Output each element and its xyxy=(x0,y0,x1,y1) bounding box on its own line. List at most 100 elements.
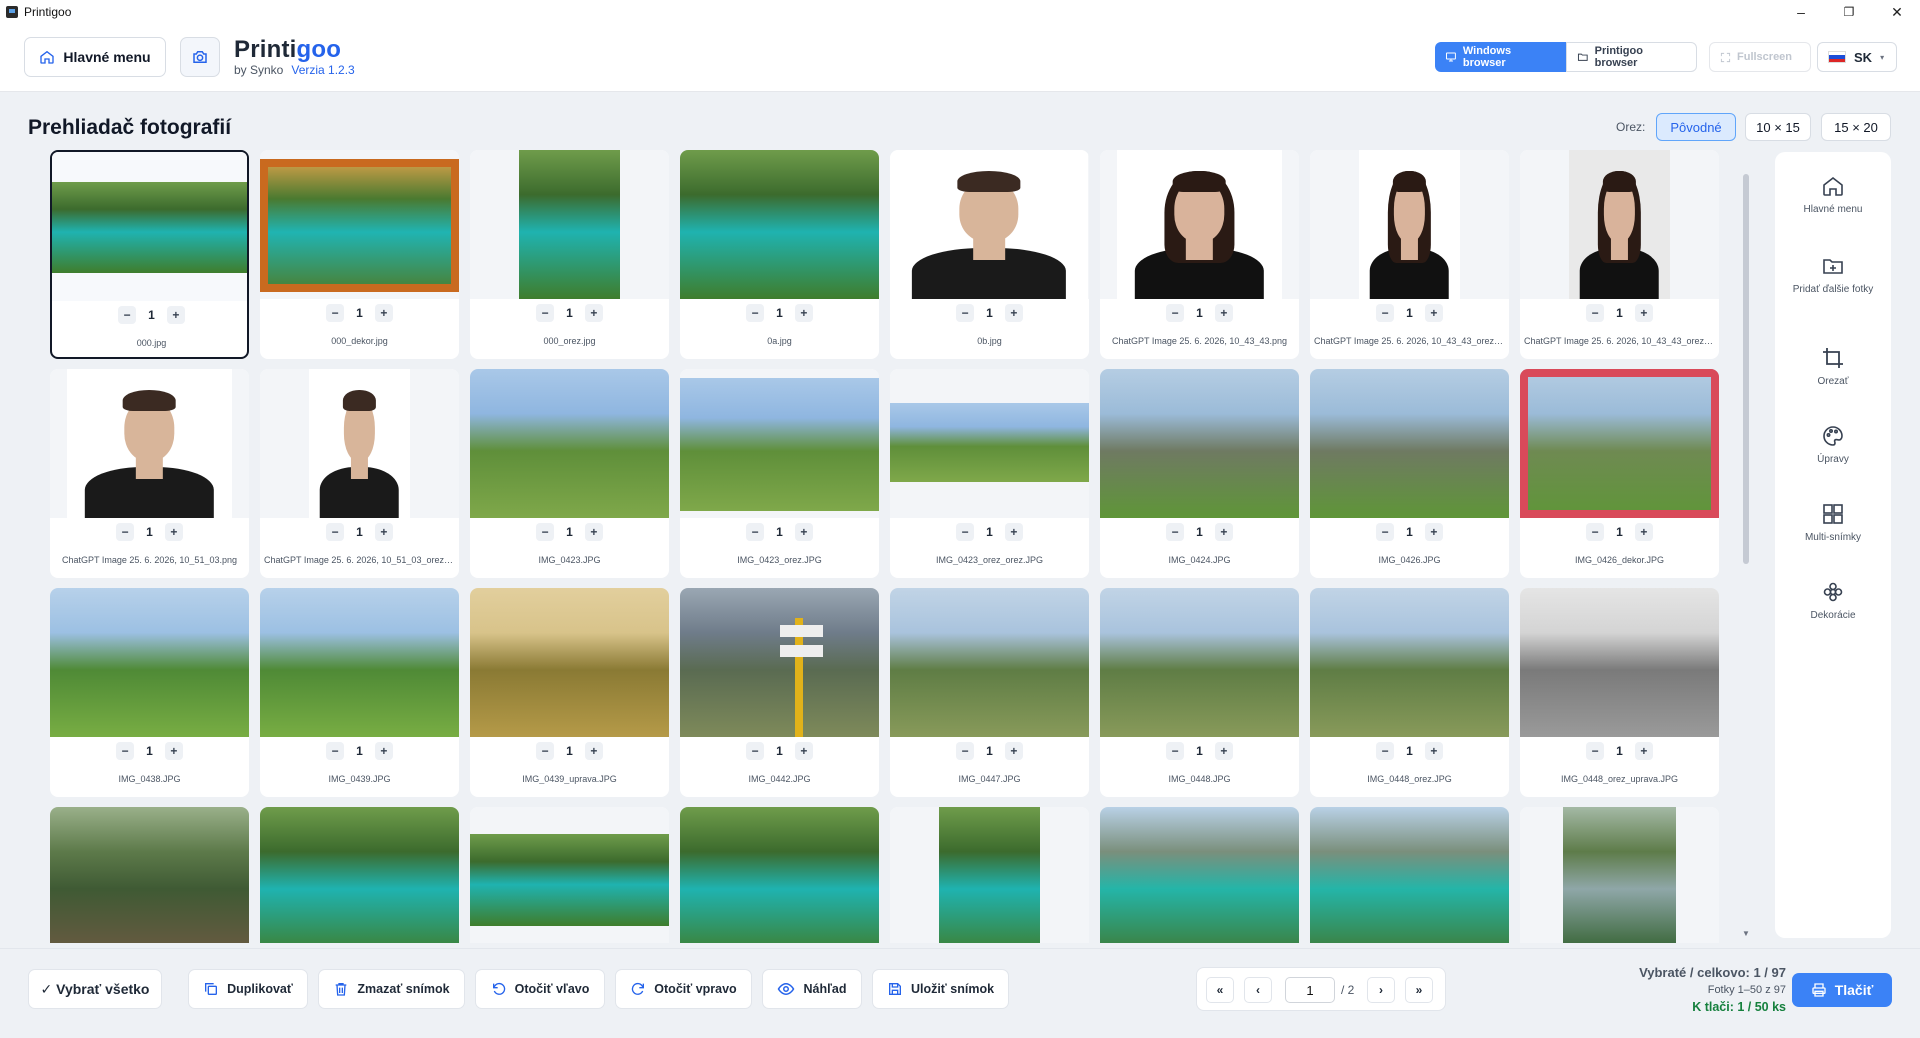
photo-card[interactable]: −1 + IMG_0447.JPG xyxy=(890,588,1089,797)
select-all-button[interactable]: ✓ Vybrať všetko xyxy=(28,969,162,1009)
photo-card[interactable]: −1 +0b.jpg xyxy=(890,150,1089,359)
increase-button[interactable]: + xyxy=(1424,523,1443,541)
minimize-button[interactable]: – xyxy=(1778,0,1824,24)
first-page-button[interactable]: « xyxy=(1206,977,1234,1003)
rotate-left-button[interactable]: Otočiť vľavo xyxy=(475,969,605,1009)
decrease-button[interactable]: − xyxy=(1586,304,1605,322)
decrease-button[interactable]: − xyxy=(956,304,975,322)
photo-card[interactable]: −1 + ChatGPT Image 25. 6. 2026, 10_43_43_o… xyxy=(1310,150,1509,359)
decrease-button[interactable]: − xyxy=(746,742,765,760)
printigoo-browser-button[interactable]: Printigoo browser xyxy=(1566,42,1697,72)
decrease-button[interactable]: − xyxy=(1376,523,1395,541)
photo-thumbnail-area[interactable] xyxy=(470,150,669,299)
photo-thumbnail-area[interactable] xyxy=(50,369,249,518)
decrease-button[interactable]: − xyxy=(326,742,345,760)
photo-card[interactable]: −1 + IMG_0442.JPG xyxy=(680,588,879,797)
prev-page-button[interactable]: ‹ xyxy=(1244,977,1272,1003)
tool-multi-frames[interactable]: Multi-snímky xyxy=(1775,502,1891,543)
decrease-button[interactable]: − xyxy=(116,523,135,541)
photo-thumbnail-area[interactable] xyxy=(680,807,879,943)
scroll-down-arrow[interactable]: ▼ xyxy=(1740,929,1752,939)
photo-thumbnail-area[interactable] xyxy=(470,807,669,943)
close-button[interactable]: ✕ xyxy=(1874,0,1920,24)
photo-card[interactable]: −1 +000_dekor.jpg xyxy=(260,150,459,359)
photo-card[interactable]: −1+ xyxy=(890,807,1089,943)
tool-crop[interactable]: Orezať xyxy=(1775,346,1891,387)
photo-card[interactable]: −1+ xyxy=(260,807,459,943)
photo-card[interactable]: −1 + IMG_0439.JPG xyxy=(260,588,459,797)
decrease-button[interactable]: − xyxy=(116,742,135,760)
crop-original-button[interactable]: Pôvodné xyxy=(1656,113,1736,141)
photo-thumbnail-area[interactable] xyxy=(680,150,879,299)
increase-button[interactable]: + xyxy=(164,742,183,760)
photo-card[interactable]: −1 + IMG_0423.JPG xyxy=(470,369,669,578)
increase-button[interactable]: + xyxy=(1214,742,1233,760)
photo-thumbnail-area[interactable] xyxy=(680,588,879,737)
increase-button[interactable]: + xyxy=(794,742,813,760)
photo-thumbnail-area[interactable] xyxy=(50,588,249,737)
increase-button[interactable]: + xyxy=(584,742,603,760)
increase-button[interactable]: + xyxy=(1004,523,1023,541)
increase-button[interactable]: + xyxy=(794,304,813,322)
photo-card[interactable]: −1+ xyxy=(470,807,669,943)
photo-thumbnail-area[interactable] xyxy=(1520,588,1719,737)
increase-button[interactable]: + xyxy=(1424,304,1443,322)
increase-button[interactable]: + xyxy=(794,523,813,541)
tool-decorations[interactable]: Dekorácie xyxy=(1775,580,1891,621)
decrease-button[interactable]: − xyxy=(956,742,975,760)
photo-thumbnail-area[interactable] xyxy=(470,369,669,518)
photo-thumbnail-area[interactable] xyxy=(1310,150,1509,299)
increase-button[interactable]: + xyxy=(1004,304,1023,322)
photo-thumbnail-area[interactable] xyxy=(52,152,247,301)
increase-button[interactable]: + xyxy=(374,742,393,760)
photo-card[interactable]: −1+ xyxy=(1520,807,1719,943)
photo-thumbnail-area[interactable] xyxy=(1100,807,1299,943)
photo-card[interactable]: −1+ xyxy=(50,807,249,943)
increase-button[interactable]: + xyxy=(166,306,185,324)
photo-thumbnail-area[interactable] xyxy=(260,807,459,943)
photo-thumbnail-area[interactable] xyxy=(1520,807,1719,943)
delete-button[interactable]: Zmazať snímok xyxy=(318,969,465,1009)
photo-card[interactable]: −1 + IMG_0448_orez_uprava.JPG xyxy=(1520,588,1719,797)
photo-thumbnail-area[interactable] xyxy=(1100,150,1299,299)
decrease-button[interactable]: − xyxy=(118,306,137,324)
photo-thumbnail-area[interactable] xyxy=(470,588,669,737)
decrease-button[interactable]: − xyxy=(536,742,555,760)
photo-thumbnail-area[interactable] xyxy=(890,588,1089,737)
crop-15x20-button[interactable]: 15 × 20 xyxy=(1821,113,1891,141)
increase-button[interactable]: + xyxy=(1634,523,1653,541)
decrease-button[interactable]: − xyxy=(536,523,555,541)
increase-button[interactable]: + xyxy=(1214,304,1233,322)
duplicate-button[interactable]: Duplikovať xyxy=(188,969,308,1009)
photo-card[interactable]: −1 + IMG_0448_orez.JPG xyxy=(1310,588,1509,797)
camera-button[interactable] xyxy=(180,37,220,77)
photo-card[interactable]: −1+ xyxy=(680,807,879,943)
print-button[interactable]: Tlačiť xyxy=(1792,973,1892,1007)
increase-button[interactable]: + xyxy=(1634,742,1653,760)
scroll-thumb[interactable] xyxy=(1743,174,1749,564)
increase-button[interactable]: + xyxy=(164,523,183,541)
photo-card[interactable]: −1 + IMG_0426.JPG xyxy=(1310,369,1509,578)
photo-card[interactable]: −1 + ChatGPT Image 25. 6. 2026, 10_51_03_o… xyxy=(260,369,459,578)
photo-thumbnail-area[interactable] xyxy=(890,807,1089,943)
photo-thumbnail-area[interactable] xyxy=(1310,369,1509,518)
increase-button[interactable]: + xyxy=(374,523,393,541)
photo-card[interactable]: −1 +000.jpg xyxy=(50,150,249,359)
photo-thumbnail-area[interactable] xyxy=(50,807,249,943)
page-number-input[interactable] xyxy=(1285,977,1335,1003)
increase-button[interactable]: + xyxy=(584,304,603,322)
photo-thumbnail-area[interactable] xyxy=(260,369,459,518)
decrease-button[interactable]: − xyxy=(326,304,345,322)
crop-10x15-button[interactable]: 10 × 15 xyxy=(1745,113,1811,141)
photo-thumbnail-area[interactable] xyxy=(680,369,879,518)
photo-card[interactable]: −1 + ChatGPT Image 25. 6. 2026, 10_51_03.p… xyxy=(50,369,249,578)
decrease-button[interactable]: − xyxy=(1376,304,1395,322)
language-select[interactable]: SK ▾ xyxy=(1817,42,1897,72)
tool-add-photos[interactable]: Pridať ďalšie fotky xyxy=(1775,254,1891,295)
decrease-button[interactable]: − xyxy=(1166,304,1185,322)
decrease-button[interactable]: − xyxy=(1586,742,1605,760)
photo-thumbnail-area[interactable] xyxy=(1520,150,1719,299)
decrease-button[interactable]: − xyxy=(956,523,975,541)
next-page-button[interactable]: › xyxy=(1367,977,1395,1003)
photo-card[interactable]: −1+ xyxy=(1310,807,1509,943)
